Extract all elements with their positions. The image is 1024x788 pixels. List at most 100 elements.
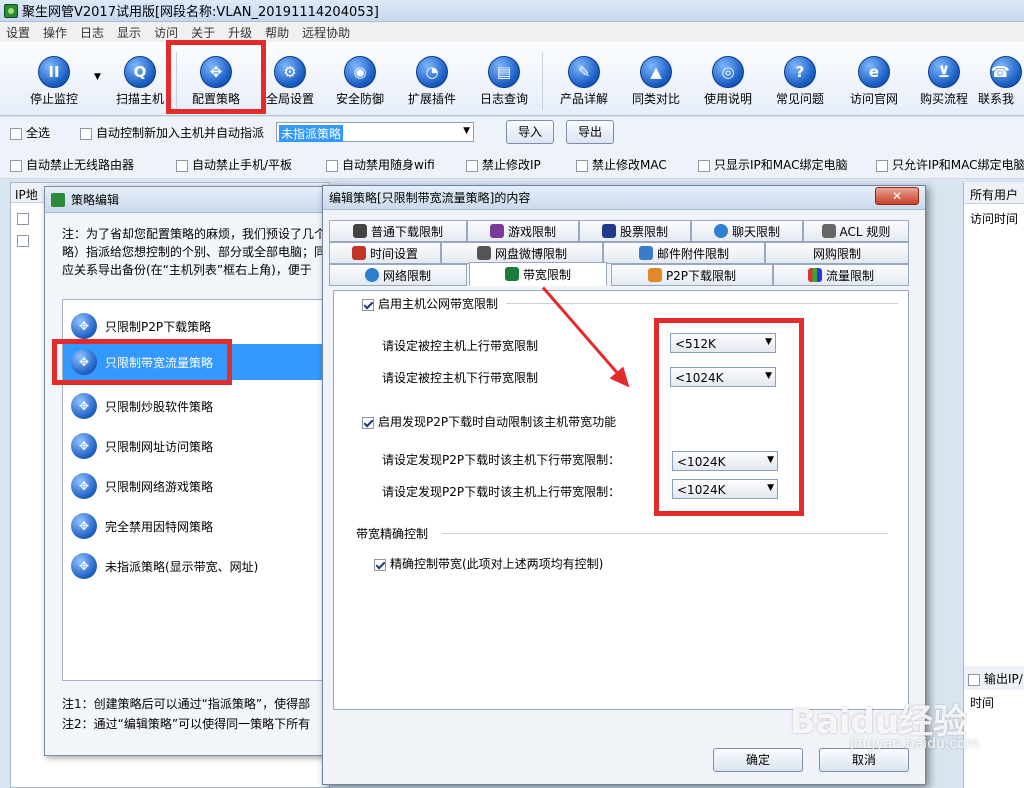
website-button[interactable]: e 访问官网 (842, 52, 906, 112)
import-button[interactable]: 导入 (506, 120, 554, 144)
log-query-button[interactable]: ▤ 日志查询 (472, 52, 536, 112)
enable-public-bandwidth-checkbox[interactable]: 启用主机公网带宽限制 (362, 295, 498, 312)
policy-icon: ✥ (71, 313, 97, 339)
scan-host-button[interactable]: Q 扫描主机 (108, 52, 172, 112)
block-mobile-checkbox[interactable]: 自动禁止手机/平板 (176, 156, 292, 173)
tab-netdisk-limit[interactable]: 网盘微博限制 (441, 242, 603, 264)
contact-icon: ☎ (990, 56, 1022, 88)
compare-button[interactable]: ▲ 同类对比 (624, 52, 688, 112)
download-limit-label: 请设定被控主机下行带宽限制 (382, 371, 539, 385)
policy-dialog-titlebar: 策略编辑 (45, 187, 343, 213)
host-checkbox[interactable] (17, 211, 33, 225)
divider (506, 303, 898, 304)
tab-network-limit[interactable]: 网络限制 (329, 264, 467, 286)
menu-access[interactable]: 访问 (154, 24, 178, 41)
menu-operate[interactable]: 操作 (43, 24, 67, 41)
options-row-2: 自动禁止无线路由器 自动禁止手机/平板 自动禁用随身wifi 禁止修改IP 禁止… (0, 147, 1024, 179)
precise-control-checkbox[interactable]: 精确控制带宽(此项对上述两项均有控制) (374, 555, 603, 572)
policy-note: 注：为了省却您配置策略的麻烦，我们预设了几个 略）指派给您想控制的个别、部分或全… (62, 227, 327, 277)
tab-download-limit[interactable]: 普通下载限制 (329, 220, 467, 242)
chat-icon (713, 224, 728, 238)
host-checkbox[interactable] (17, 233, 33, 247)
manual-button[interactable]: ◎ 使用说明 (696, 52, 760, 112)
close-button[interactable]: ✕ (875, 187, 919, 205)
tab-shopping-limit[interactable]: 网购限制 (765, 242, 909, 264)
chevron-down-icon: ▼ (463, 126, 470, 136)
list-item[interactable]: ✥ 只限制网址访问策略 (67, 428, 327, 464)
netdisk-icon (476, 246, 491, 260)
divider (442, 533, 888, 534)
options-row-1: 全选 自动控制新加入主机并自动指派 未指派策略 ▼ 导入 导出 (0, 117, 1024, 147)
toolbar: II 停止监控 ▼ Q 扫描主机 ✥ 配置策略 ⚙ 全局设置 ◉ 安全防御 ◔ 扩展插件 ▤… (0, 42, 1024, 116)
block-wireless-router-checkbox[interactable]: 自动禁止无线路由器 (10, 156, 134, 173)
question-icon: ? (784, 56, 816, 88)
log-icon: ▤ (488, 56, 520, 88)
tab-chat-limit[interactable]: 聊天限制 (691, 220, 803, 242)
tab-time-settings[interactable]: 时间设置 (329, 242, 441, 264)
time-header: 时间 (970, 696, 995, 710)
tab-bandwidth-limit[interactable]: 带宽限制 (469, 262, 607, 286)
auto-control-checkbox[interactable]: 自动控制新加入主机并自动指派 (80, 124, 264, 141)
menu-help[interactable]: 帮助 (265, 24, 289, 41)
menu-bar: 设置 操作 日志 显示 访问 关于 升级 帮助 远程协助 (0, 22, 1024, 42)
enable-p2p-bandwidth-checkbox[interactable]: 启用发现P2P下载时自动限制该主机带宽功能 (362, 413, 616, 430)
menu-settings[interactable]: 设置 (6, 24, 30, 41)
chevron-down-icon[interactable]: ▼ (94, 72, 101, 82)
title-bar: 聚生网管V2017试用版[网段名称:VLAN_20191114204053] (0, 0, 1024, 22)
highlight-selected-policy (52, 339, 232, 385)
block-portable-wifi-checkbox[interactable]: 自动禁用随身wifi (326, 156, 435, 173)
bottom-note-1: 注1：创建策略后可以通过“指派策略”，使得部 (62, 697, 311, 711)
list-item[interactable]: ✥ 只限制炒股软件策略 (67, 388, 327, 424)
policy-edit-dialog: 策略编辑 注：为了省却您配置策略的麻烦，我们预设了几个 略）指派给您想控制的个别… (44, 186, 344, 756)
upload-limit-label: 请设定被控主机上行带宽限制 (382, 339, 539, 353)
highlight-config-policy (166, 40, 266, 114)
contact-button[interactable]: ☎ 联系我 (978, 52, 1024, 112)
window-title: 聚生网管V2017试用版[网段名称:VLAN_20191114204053] (22, 5, 379, 20)
tab-p2p-limit[interactable]: P2P下载限制 (611, 264, 773, 286)
ie-icon: e (858, 56, 890, 88)
precise-control-group-label: 带宽精确控制 (356, 527, 429, 541)
ie-icon (364, 268, 379, 282)
product-detail-button[interactable]: ✎ 产品详解 (552, 52, 616, 112)
policy-icon: ✥ (71, 513, 97, 539)
list-item[interactable]: ✥ 未指派策略(显示带宽、网址) (67, 548, 327, 584)
acl-icon (821, 224, 836, 238)
toolbar-divider (542, 52, 543, 110)
purchase-button[interactable]: ⊻ 购买流程 (912, 52, 976, 112)
download-icon (352, 224, 367, 238)
policy-icon: ✥ (71, 433, 97, 459)
forbid-change-ip-checkbox[interactable]: 禁止修改IP (466, 156, 541, 173)
plugin-button[interactable]: ◔ 扩展插件 (400, 52, 464, 112)
tab-email-limit[interactable]: 邮件附件限制 (603, 242, 765, 264)
show-bound-only-checkbox[interactable]: 只显示IP和MAC绑定电脑 (698, 156, 848, 173)
scan-icon: Q (124, 56, 156, 88)
export-button[interactable]: 导出 (566, 120, 614, 144)
tab-game-limit[interactable]: 游戏限制 (467, 220, 579, 242)
list-item[interactable]: ✥ 完全禁用因特网策略 (67, 508, 327, 544)
email-icon (638, 246, 653, 260)
stock-icon (601, 224, 616, 238)
app-icon (51, 192, 65, 207)
faq-button[interactable]: ? 常见问题 (768, 52, 832, 112)
p2p-download-limit-label: 请设定发现P2P下载时该主机下行带宽限制： (382, 453, 621, 467)
tab-traffic-limit[interactable]: 流量限制 (773, 264, 909, 286)
global-settings-button[interactable]: ⚙ 全局设置 (258, 52, 322, 112)
select-all-checkbox[interactable]: 全选 (10, 124, 50, 141)
tab-stock-limit[interactable]: 股票限制 (579, 220, 691, 242)
allow-bound-only-checkbox[interactable]: 只允许IP和MAC绑定电脑 (876, 156, 1024, 173)
forbid-change-mac-checkbox[interactable]: 禁止修改MAC (576, 156, 667, 173)
menu-remote[interactable]: 远程协助 (302, 24, 350, 41)
menu-log[interactable]: 日志 (80, 24, 104, 41)
output-ip-checkbox[interactable]: 输出IP/ (964, 666, 1024, 690)
stop-monitor-button[interactable]: II 停止监控 (22, 52, 86, 112)
visit-time-header: 访问时间 (970, 212, 1019, 226)
policy-select[interactable]: 未指派策略 ▼ (276, 122, 474, 142)
menu-upgrade[interactable]: 升级 (228, 24, 252, 41)
security-button[interactable]: ◉ 安全防御 (328, 52, 392, 112)
menu-view[interactable]: 显示 (117, 24, 141, 41)
manual-icon: ◎ (712, 56, 744, 88)
menu-about[interactable]: 关于 (191, 24, 215, 41)
list-item[interactable]: ✥ 只限制网络游戏策略 (67, 468, 327, 504)
tab-acl-rules[interactable]: ACL 规则 (803, 220, 909, 242)
ok-button[interactable]: 确定 (713, 748, 803, 772)
